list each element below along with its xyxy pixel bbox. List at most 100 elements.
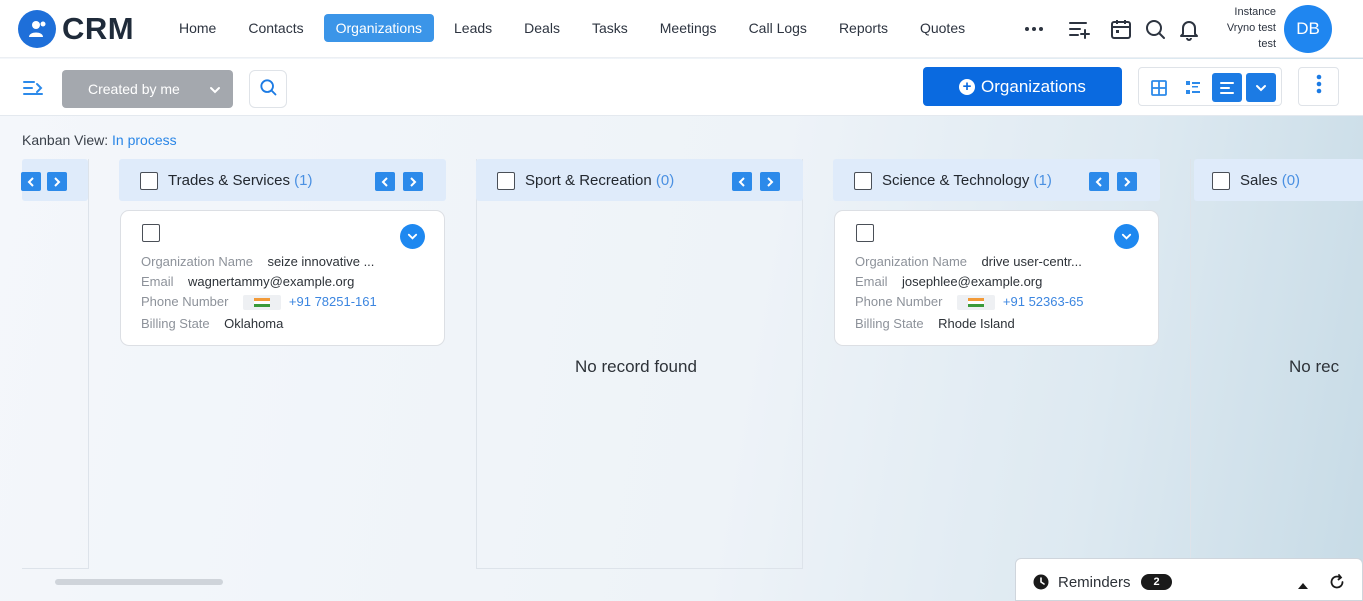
refresh-icon[interactable] (1329, 574, 1345, 595)
field-org-name: Organization Name drive user-centr... (855, 254, 1082, 269)
nav-leads[interactable]: Leads (442, 14, 504, 42)
column-select-checkbox[interactable] (1212, 172, 1230, 190)
toolbar: Created by me + Organizations (0, 59, 1363, 116)
nav-reports[interactable]: Reports (827, 14, 900, 42)
kanban-view-text: Kanban View: (22, 132, 109, 148)
avatar[interactable]: DB (1284, 5, 1332, 53)
sidebar-toggle-icon[interactable] (22, 79, 44, 102)
chevron-right-icon[interactable] (760, 172, 780, 191)
caret-up-icon[interactable] (1298, 577, 1308, 595)
column-title: Trades & Services (1) (168, 172, 313, 189)
add-organization-label: Organizations (981, 76, 1086, 96)
kanban-view-value[interactable]: In process (112, 132, 177, 148)
list-view-icon[interactable] (1178, 73, 1208, 102)
nav-organizations[interactable]: Organizations (323, 14, 434, 42)
nav-tasks[interactable]: Tasks (580, 14, 640, 42)
nav-deals[interactable]: Deals (512, 14, 572, 42)
chevron-left-icon[interactable] (21, 172, 41, 191)
chevron-left-icon[interactable] (375, 172, 395, 191)
nav-quotes[interactable]: Quotes (908, 14, 977, 42)
reminders-count-badge: 2 (1141, 574, 1172, 590)
kanban-column-sport-recreation: Sport & Recreation (0) No record found (476, 159, 803, 569)
instance-label: Instance (1234, 6, 1276, 18)
empty-state-text: No rec (1289, 357, 1340, 376)
column-header: Sales (0) (1194, 159, 1363, 201)
filter-value: Created by me (88, 81, 180, 97)
reminders-label: Reminders (1058, 574, 1131, 591)
user-icon (18, 10, 56, 48)
add-list-icon[interactable] (1067, 17, 1091, 41)
field-email: Email wagnertammy@example.org (141, 274, 354, 289)
column-header: Sport & Recreation (0) (476, 159, 803, 201)
field-email: Email josephlee@example.org (855, 274, 1042, 289)
kanban-view-label: Kanban View: In process (22, 132, 177, 148)
main-nav: Home Contacts Organizations Leads Deals … (167, 14, 985, 42)
nav-meetings[interactable]: Meetings (648, 14, 729, 42)
nav-call-logs[interactable]: Call Logs (737, 14, 819, 42)
field-label: Organization Name (855, 254, 967, 269)
column-select-checkbox[interactable] (854, 172, 872, 190)
chevron-left-icon[interactable] (732, 172, 752, 191)
card-select-checkbox[interactable] (856, 224, 874, 242)
column-count: (0) (1281, 172, 1301, 189)
more-horizontal-icon[interactable] (1022, 17, 1046, 41)
field-phone: Phone Number +91 78251-161 (141, 294, 377, 311)
chevron-down-icon[interactable] (400, 224, 425, 249)
grid-view-icon[interactable] (1144, 73, 1174, 102)
kanban-column-partial (21, 159, 89, 569)
more-options-button[interactable] (1298, 67, 1339, 106)
created-by-filter[interactable]: Created by me (62, 70, 233, 108)
column-select-checkbox[interactable] (497, 172, 515, 190)
empty-state-text: No record found (575, 357, 697, 376)
reminders-panel[interactable]: Reminders 2 (1015, 558, 1363, 601)
user-info: Instance Vryno test test (1212, 4, 1276, 52)
field-label: Phone Number (855, 294, 943, 309)
chevron-right-icon[interactable] (1117, 172, 1137, 191)
search-icon (258, 77, 278, 102)
column-title-text: Sales (1240, 172, 1278, 189)
search-icon[interactable] (1143, 17, 1167, 41)
card-select-checkbox[interactable] (142, 224, 160, 242)
chevron-left-icon[interactable] (1089, 172, 1109, 191)
horizontal-scrollbar[interactable] (55, 579, 223, 585)
field-value: seize innovative ... (267, 254, 375, 269)
kanban-view-icon[interactable] (1212, 73, 1242, 102)
clock-icon (1033, 574, 1049, 595)
phone-link[interactable]: +91 78251-161 (289, 294, 377, 309)
bell-icon[interactable] (1177, 17, 1201, 41)
column-title: Sales (0) (1240, 172, 1300, 189)
calendar-icon[interactable] (1109, 17, 1133, 41)
column-title-text: Science & Technology (882, 172, 1030, 189)
chevron-right-icon[interactable] (47, 172, 67, 191)
kanban-column-sales: Sales (0) No rec (1190, 159, 1363, 569)
record-card[interactable]: Organization Name drive user-centr... Em… (834, 210, 1159, 346)
india-flag-icon (956, 295, 995, 311)
view-options-chevron-down-icon[interactable] (1246, 73, 1276, 102)
column-title: Sport & Recreation (0) (525, 172, 674, 189)
chevron-right-icon[interactable] (403, 172, 423, 191)
chevron-down-icon (209, 83, 221, 99)
column-header: Science & Technology (1) (833, 159, 1160, 201)
phone-link[interactable]: +91 52363-65 (1003, 294, 1084, 309)
app-logo[interactable]: CRM (18, 10, 134, 48)
nav-home[interactable]: Home (167, 14, 228, 42)
chevron-down-icon[interactable] (1114, 224, 1139, 249)
india-flag-icon (242, 295, 281, 311)
top-nav: CRM Home Contacts Organizations Leads De… (0, 0, 1363, 58)
logo-text: CRM (62, 11, 135, 46)
plus-circle-icon: + (959, 78, 976, 95)
column-count: (1) (1033, 172, 1052, 189)
field-org-name: Organization Name seize innovative ... (141, 254, 374, 269)
field-billing-state: Billing State Oklahoma (141, 316, 283, 331)
column-title-text: Sport & Recreation (525, 172, 652, 189)
column-select-checkbox[interactable] (140, 172, 158, 190)
record-card[interactable]: Organization Name seize innovative ... E… (120, 210, 445, 346)
column-header: Trades & Services (1) (119, 159, 446, 201)
more-vertical-icon (1316, 73, 1322, 100)
field-label: Email (855, 274, 888, 289)
add-organization-button[interactable]: + Organizations (923, 67, 1122, 106)
search-button[interactable] (249, 70, 287, 108)
field-label: Billing State (855, 316, 924, 331)
view-switcher (1138, 67, 1282, 106)
nav-contacts[interactable]: Contacts (236, 14, 315, 42)
